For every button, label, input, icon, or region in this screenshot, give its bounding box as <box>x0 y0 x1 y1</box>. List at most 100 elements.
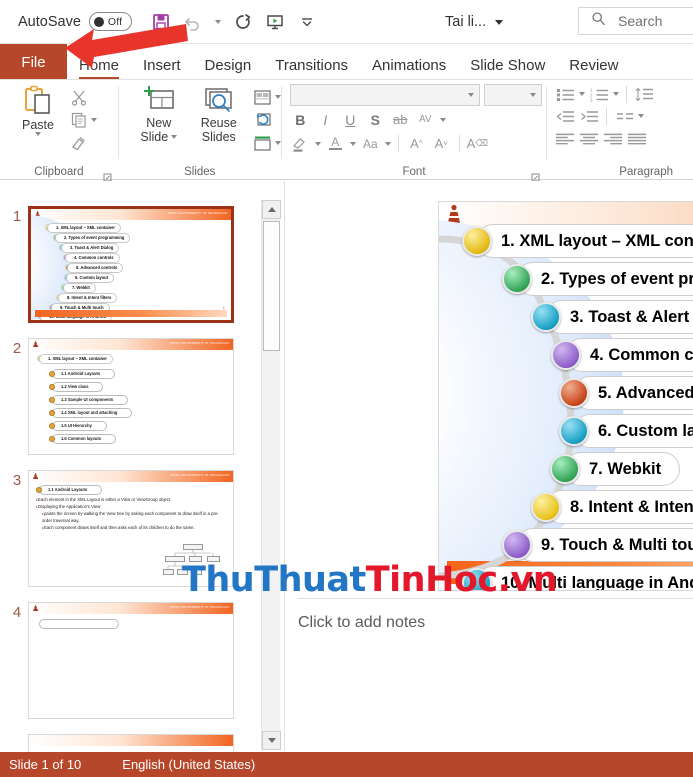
cut-button[interactable] <box>70 86 97 108</box>
save-icon[interactable] <box>146 7 176 37</box>
font-name-dropdown-icon[interactable] <box>467 93 474 97</box>
slide-item-7[interactable]: 7. Webkit <box>550 452 681 486</box>
bullets-dropdown-icon[interactable] <box>579 92 586 96</box>
reuse-slides-button[interactable]: Reuse Slides <box>193 84 245 144</box>
thumbnail-slide-4[interactable]: ♟ DONG LAM UNIVERSITY OF TECHNOLOGY <box>28 602 234 719</box>
scrollbar-thumb[interactable] <box>263 221 280 351</box>
customize-qat-icon[interactable] <box>292 7 322 37</box>
clear-formatting-button[interactable]: A ⌫ <box>467 133 488 154</box>
section-icon <box>254 136 271 151</box>
thumbnail-slide-1[interactable]: ♟ DONG LAM UNIVERSITY OF TECHNOLOGY 1. X… <box>28 206 234 323</box>
slide-item-6[interactable]: 6. Custom layout <box>559 414 693 448</box>
paste-button[interactable]: Paste <box>10 84 66 136</box>
reset-slide-button[interactable] <box>253 109 281 131</box>
thumbnail-row-4[interactable]: 4 ♟ DONG LAM UNIVERSITY OF TECHNOLOGY <box>6 602 234 719</box>
section-dropdown-icon[interactable] <box>274 141 281 145</box>
line-spacing-button[interactable] <box>634 84 654 104</box>
status-bar: Slide 1 of 10 English (United States) <box>0 752 693 777</box>
slide-layout-button[interactable] <box>253 86 281 108</box>
slide-item-3[interactable]: 3. Toast & Alert Dialog <box>531 300 693 334</box>
tab-transitions[interactable]: Transitions <box>263 44 360 80</box>
slide-editing-area[interactable]: 1. XML layout – XML container 2. Types o… <box>285 181 693 752</box>
undo-icon[interactable] <box>178 7 208 37</box>
redo-icon[interactable] <box>228 7 258 37</box>
tab-design[interactable]: Design <box>193 44 264 80</box>
increase-font-size-button[interactable]: A ^ <box>406 133 427 154</box>
underline-button[interactable]: U <box>340 109 361 130</box>
font-dialog-launcher[interactable] <box>531 169 540 182</box>
slide-item-1[interactable]: 1. XML layout – XML container <box>462 224 693 258</box>
bold-button[interactable]: B <box>290 109 311 130</box>
tab-file[interactable]: File <box>0 44 67 80</box>
slide-item-9[interactable]: 9. Touch & Multi touch <box>502 528 693 562</box>
thumbnail-row-1[interactable]: 1 ♟ DONG LAM UNIVERSITY OF TECHNOLOGY 1.… <box>6 206 234 323</box>
change-case-button[interactable]: Aa <box>360 133 381 154</box>
tab-animations[interactable]: Animations <box>360 44 458 80</box>
language-indicator[interactable]: English (United States) <box>122 757 255 772</box>
font-size-input[interactable] <box>483 84 542 106</box>
thumbnail-slide-5[interactable] <box>28 734 234 752</box>
document-title[interactable]: Tai li... <box>445 0 504 44</box>
current-slide[interactable]: 1. XML layout – XML container 2. Types o… <box>438 201 693 591</box>
align-right-button[interactable] <box>603 128 623 148</box>
layout-dropdown-icon[interactable] <box>274 95 281 99</box>
justify-icon <box>628 133 647 144</box>
decrease-indent-button[interactable] <box>555 106 575 126</box>
text-highlight-button[interactable] <box>290 133 311 154</box>
character-spacing-dropdown-icon[interactable] <box>439 117 446 122</box>
undo-dropdown-icon[interactable] <box>210 7 226 37</box>
new-slide-button[interactable]: New Slide <box>133 84 185 144</box>
new-slide-dropdown-icon[interactable] <box>171 135 178 139</box>
chevron-down-icon[interactable] <box>495 19 504 25</box>
justify-button[interactable] <box>627 128 647 148</box>
thumbnail-row-5[interactable] <box>6 734 234 752</box>
character-spacing-button[interactable]: AV <box>415 109 436 130</box>
tab-insert[interactable]: Insert <box>131 44 193 80</box>
scroll-up-button[interactable] <box>262 200 281 219</box>
tab-review[interactable]: Review <box>557 44 630 80</box>
font-size-dropdown-icon[interactable] <box>529 93 536 97</box>
slide-item-8[interactable]: 8. Intent & Intent filters <box>531 490 693 524</box>
clipboard-dialog-launcher[interactable] <box>103 169 112 182</box>
decrease-font-size-button[interactable]: A ˅ <box>431 133 452 154</box>
align-left-button[interactable] <box>555 128 575 148</box>
section-button[interactable] <box>253 132 281 154</box>
slide-item-5[interactable]: 5. Advanced controls <box>559 376 693 410</box>
numbering-dropdown-icon[interactable] <box>613 92 620 96</box>
numbering-button[interactable]: 123 <box>589 84 609 104</box>
slide-thumbnail-panel[interactable]: 1 ♟ DONG LAM UNIVERSITY OF TECHNOLOGY 1.… <box>0 181 260 752</box>
bullets-button[interactable] <box>555 84 575 104</box>
notes-placeholder[interactable]: Click to add notes <box>298 614 425 632</box>
font-color-dropdown-icon[interactable] <box>349 141 356 146</box>
change-case-dropdown-icon[interactable] <box>384 141 391 146</box>
autosave-toggle[interactable]: Off <box>88 12 132 31</box>
slide-indicator[interactable]: Slide 1 of 10 <box>9 757 81 772</box>
thumbnail-scrollbar[interactable] <box>261 200 281 750</box>
copy-dropdown-icon[interactable] <box>91 118 97 122</box>
paste-dropdown-icon[interactable] <box>35 132 41 136</box>
copy-button[interactable] <box>70 109 97 131</box>
search-input[interactable]: Search <box>578 7 693 35</box>
mini-item-label: 6. Custom layout <box>66 272 114 283</box>
text-shadow-button[interactable]: S <box>365 109 386 130</box>
strikethrough-button[interactable]: ab <box>390 109 411 130</box>
tab-home[interactable]: Home <box>67 44 131 80</box>
slide-item-2[interactable]: 2. Types of event programming <box>502 262 693 296</box>
text-direction-button[interactable] <box>614 106 634 126</box>
increase-indent-button[interactable] <box>579 106 599 126</box>
thumbnail-slide-2[interactable]: ♟ DONG LAM UNIVERSITY OF TECHNOLOGY 1. X… <box>28 338 234 455</box>
font-color-button[interactable]: A <box>325 133 346 154</box>
text-direction-dropdown-icon[interactable] <box>638 114 645 118</box>
italic-button[interactable]: I <box>315 109 336 130</box>
thumbnail-row-2[interactable]: 2 ♟ DONG LAM UNIVERSITY OF TECHNOLOGY 1.… <box>6 338 234 455</box>
autosave-control[interactable]: AutoSave Off <box>18 12 132 31</box>
highlight-dropdown-icon[interactable] <box>314 141 321 146</box>
tab-slide-show[interactable]: Slide Show <box>458 44 557 80</box>
slide-item-4[interactable]: 4. Common controls <box>551 338 693 372</box>
font-name-input[interactable] <box>289 84 480 106</box>
scroll-down-button[interactable] <box>262 731 281 750</box>
format-painter-button[interactable] <box>70 132 97 154</box>
start-presentation-icon[interactable] <box>260 7 290 37</box>
align-center-button[interactable] <box>579 128 599 148</box>
ribbon-group-clipboard: Paste Clipboard <box>0 80 118 182</box>
